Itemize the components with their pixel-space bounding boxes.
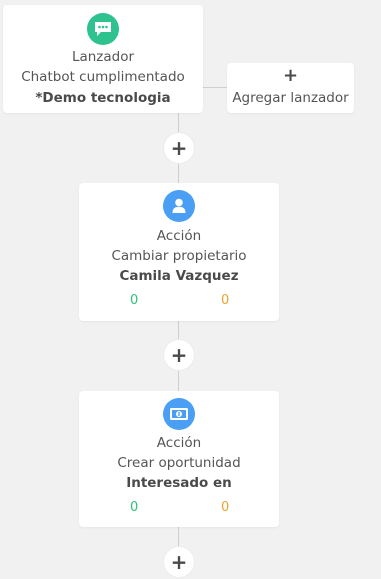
add-trigger-button[interactable]: + Agregar lanzador (227, 63, 354, 113)
money-icon (163, 398, 195, 430)
connector-action-1-to-plus-2 (178, 321, 179, 340)
trigger-card[interactable]: Lanzador Chatbot cumplimentado *Demo tec… (3, 5, 203, 113)
action-1-type: Acción (156, 228, 202, 244)
add-step-button-1[interactable]: + (164, 133, 194, 163)
add-trigger-plus-icon: + (282, 65, 299, 86)
action-1-count-left: 0 (130, 293, 139, 308)
action-2-type: Acción (156, 435, 202, 451)
plus-icon: + (170, 343, 188, 367)
add-step-button-2[interactable]: + (164, 340, 194, 370)
plus-icon: + (170, 136, 188, 160)
trigger-title: Chatbot cumplimentado (21, 69, 185, 85)
action-2-title: Crear oportunidad (117, 455, 241, 471)
connector-trigger-to-plus-1 (178, 113, 179, 133)
connector-plus-1-to-action-1 (178, 162, 179, 183)
plus-icon: + (170, 550, 188, 574)
connector-action-2-to-plus-3 (178, 527, 179, 547)
connector-trigger-to-add-trigger (203, 87, 227, 88)
action-2-count-right: 0 (221, 500, 230, 515)
trigger-subtitle: *Demo tecnologia (35, 90, 171, 106)
trigger-type: Lanzador (71, 49, 135, 65)
chat-bubble-icon (87, 13, 119, 45)
action-2-count-left: 0 (130, 500, 139, 515)
action-card-create-opportunity[interactable]: Acción Crear oportunidad Interesado en 0… (79, 391, 279, 527)
add-step-button-3[interactable]: + (164, 547, 194, 577)
action-1-count-right: 0 (221, 293, 230, 308)
action-card-change-owner[interactable]: Acción Cambiar propietario Camila Vazque… (79, 183, 279, 321)
action-1-title: Cambiar propietario (111, 248, 247, 264)
user-icon (163, 190, 195, 222)
action-1-subtitle: Camila Vazquez (119, 268, 239, 284)
action-2-subtitle: Interesado en (126, 475, 232, 491)
add-trigger-label: Agregar lanzador (232, 90, 349, 106)
connector-plus-2-to-action-2 (178, 369, 179, 391)
